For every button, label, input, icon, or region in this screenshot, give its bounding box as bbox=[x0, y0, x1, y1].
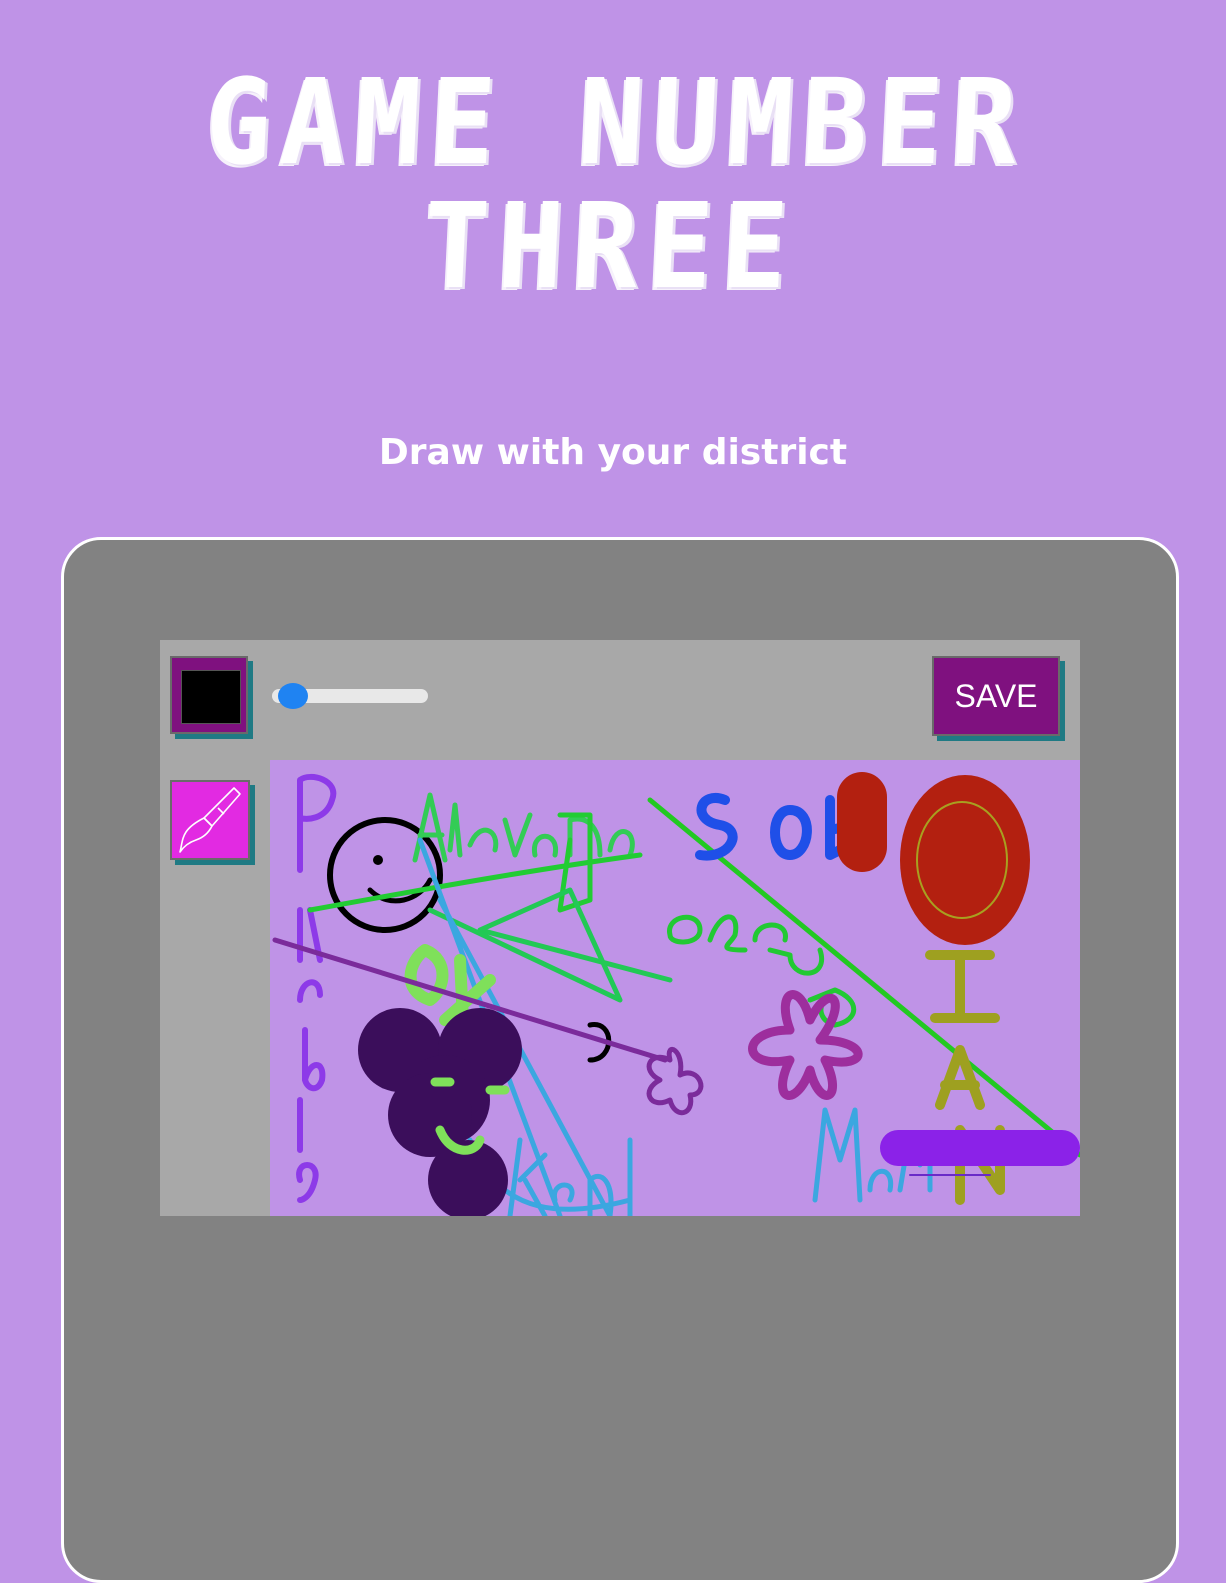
page-subtitle: Draw with your district bbox=[378, 432, 848, 473]
color-picker-button[interactable] bbox=[170, 656, 248, 734]
red-pill bbox=[837, 772, 887, 872]
page-title: GAME NUMBER THREE bbox=[43, 53, 1183, 315]
save-button[interactable]: SAVE bbox=[932, 656, 1060, 736]
red-oval bbox=[900, 775, 1030, 945]
slider-knob[interactable] bbox=[278, 683, 309, 709]
canvas-drawing bbox=[272, 772, 1080, 1216]
flower bbox=[748, 990, 863, 1100]
current-color-swatch bbox=[181, 670, 241, 724]
title-line-1: GAME NUMBER bbox=[202, 53, 1030, 191]
brush-size-slider[interactable] bbox=[272, 683, 428, 709]
paintbrush-icon bbox=[179, 787, 241, 853]
drawing-board: SAVE bbox=[160, 640, 1080, 1216]
drawing-canvas[interactable] bbox=[270, 760, 1080, 1216]
word-purple bbox=[296, 773, 337, 1203]
word-aalayna bbox=[412, 792, 635, 863]
purple-bar bbox=[880, 1130, 1080, 1166]
brush-tool-button[interactable] bbox=[170, 780, 250, 860]
word-rose bbox=[667, 914, 857, 1028]
title-line-2: THREE bbox=[420, 177, 800, 315]
